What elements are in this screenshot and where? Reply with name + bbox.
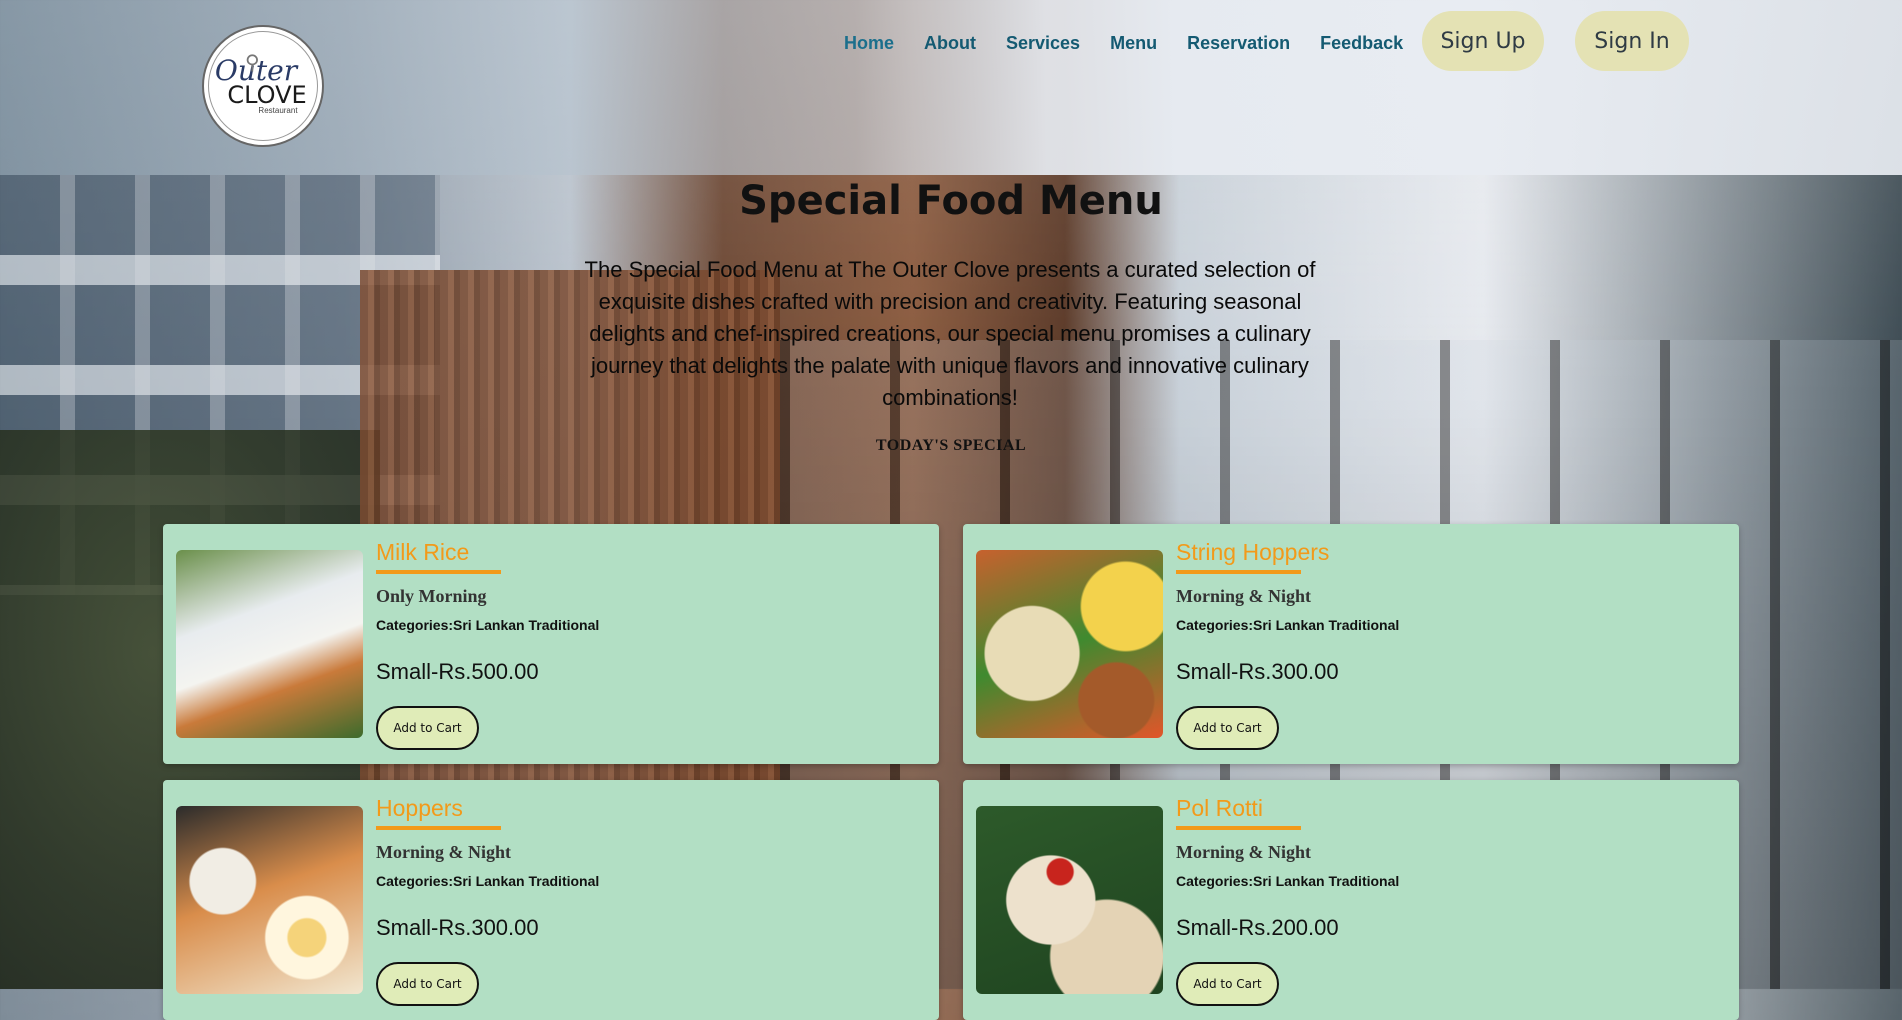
nav-reservation[interactable]: Reservation [1187,32,1290,54]
menu-card-pol-rotti: Pol Rotti Morning & Night Categories:Sri… [963,780,1739,1020]
brand-logo[interactable]: ⚲ Outer CLOVE Restaurant [202,25,324,147]
menu-item-time: Only Morning [376,586,487,606]
menu-item-price: Small-Rs.200.00 [1176,915,1339,940]
menu-item-name: Hoppers [376,795,463,821]
menu-item-category: Categories:Sri Lankan Traditional [376,617,600,633]
milk-rice-image [176,550,363,738]
nav-home[interactable]: Home [844,32,894,54]
title-underline [1176,570,1301,574]
nav-feedback[interactable]: Feedback [1320,32,1403,54]
logo-text-clove: CLOVE [227,80,307,109]
menu-item-price: Small-Rs.500.00 [376,659,539,684]
menu-description: The Special Food Menu at The Outer Clove… [584,257,1316,410]
page-title: Special Food Menu [739,178,1163,224]
add-to-cart-button[interactable]: Add to Cart [376,962,479,1006]
sign-in-button[interactable]: Sign In [1575,11,1689,71]
nav-menu[interactable]: Menu [1110,32,1157,54]
logo-text-restaurant: Restaurant [258,105,298,115]
todays-special-label: TODAY'S SPECIAL [875,437,1027,454]
menu-card-milk-rice: Milk Rice Only Morning Categories:Sri La… [163,524,939,764]
main-nav: Home About Services Menu Reservation Fee… [844,32,1433,54]
utensils-icon: ⚲ [245,52,260,74]
menu-item-price: Small-Rs.300.00 [1176,659,1339,684]
title-underline [376,570,501,574]
menu-item-name: String Hoppers [1176,539,1330,565]
menu-item-time: Morning & Night [1176,586,1311,606]
menu-item-category: Categories:Sri Lankan Traditional [1176,617,1400,633]
sign-up-button[interactable]: Sign Up [1422,11,1544,71]
menu-item-time: Morning & Night [376,842,511,862]
menu-item-category: Categories:Sri Lankan Traditional [1176,873,1400,889]
menu-item-price: Small-Rs.300.00 [376,915,539,940]
add-to-cart-button[interactable]: Add to Cart [1176,706,1279,750]
string-hoppers-image [976,550,1163,738]
menu-card-string-hoppers: String Hoppers Morning & Night Categorie… [963,524,1739,764]
menu-item-category: Categories:Sri Lankan Traditional [376,873,600,889]
title-underline [1176,826,1301,830]
menu-card-hoppers: Hoppers Morning & Night Categories:Sri L… [163,780,939,1020]
menu-item-name: Milk Rice [376,539,470,565]
menu-item-name: Pol Rotti [1176,795,1263,821]
pol-rotti-image [976,806,1163,994]
add-to-cart-button[interactable]: Add to Cart [1176,962,1279,1006]
site-header: ⚲ Outer CLOVE Restaurant Home About Serv… [0,0,1902,175]
title-underline [376,826,501,830]
menu-item-time: Morning & Night [1176,842,1311,862]
hoppers-image [176,806,363,994]
nav-about[interactable]: About [924,32,976,54]
add-to-cart-button[interactable]: Add to Cart [376,706,479,750]
nav-services[interactable]: Services [1006,32,1080,54]
